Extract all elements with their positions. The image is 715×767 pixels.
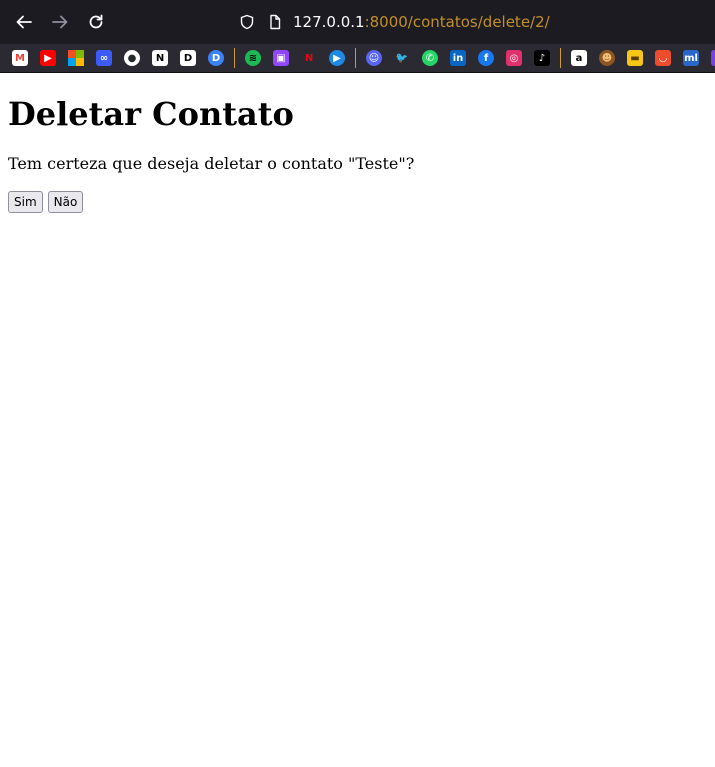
discord-icon[interactable]: ☺ bbox=[366, 50, 382, 66]
facebook-icon[interactable]: f bbox=[478, 50, 494, 66]
twitter-icon[interactable]: 🐦 bbox=[394, 50, 410, 66]
confirmation-message: Tem certeza que deseja deletar o contato… bbox=[8, 154, 415, 173]
gmail-icon[interactable]: M bbox=[12, 50, 28, 66]
bookmark-separator bbox=[355, 48, 356, 68]
microsoft-icon[interactable] bbox=[68, 50, 84, 66]
tiktok-icon[interactable]: ♪ bbox=[534, 50, 550, 66]
confirm-yes-button[interactable]: Sim bbox=[8, 191, 43, 213]
browser-chrome: 127.0.0.1:8000/contatos/delete/2/ M ▶ ∞ ● N D… bbox=[0, 0, 715, 73]
shopee-icon[interactable]: ◡ bbox=[655, 50, 671, 66]
page-title: Deletar Contato bbox=[8, 95, 294, 133]
page-content: Deletar Contato Tem certeza que deseja d… bbox=[0, 73, 715, 221]
yellow-box-icon[interactable]: ▬ bbox=[627, 50, 643, 66]
dev-d-icon[interactable]: D bbox=[180, 50, 196, 66]
twitch-icon[interactable]: ▣ bbox=[273, 50, 289, 66]
address-bar[interactable]: 127.0.0.1:8000/contatos/delete/2/ bbox=[231, 6, 715, 38]
action-buttons: Sim Não bbox=[8, 191, 707, 213]
spotify-icon[interactable]: ≋ bbox=[245, 50, 261, 66]
back-arrow-icon[interactable] bbox=[12, 10, 36, 34]
url-host: 127.0.0.1 bbox=[293, 13, 365, 31]
page-info-icon[interactable] bbox=[267, 14, 283, 34]
bookmark-separator bbox=[560, 48, 561, 68]
notion-icon[interactable]: N bbox=[152, 50, 168, 66]
bookmarks-toolbar: M ▶ ∞ ● N D D ≋ ▣ N ▶ ☺ 🐦 ✆ in f ◎ ♪ a ☻ ▬ ◡ ml bbox=[0, 44, 715, 73]
bookmark-separator bbox=[234, 48, 235, 68]
mercadolivre-icon[interactable]: ml bbox=[683, 50, 699, 66]
url-path: :8000/contatos/delete/2/ bbox=[364, 13, 550, 31]
d-circle-icon[interactable]: D bbox=[208, 50, 224, 66]
github-icon[interactable]: ● bbox=[124, 50, 140, 66]
forward-arrow-icon[interactable] bbox=[48, 10, 72, 34]
amazon-icon[interactable]: a bbox=[571, 50, 587, 66]
instagram-icon[interactable]: ◎ bbox=[506, 50, 522, 66]
tracking-shield-icon[interactable] bbox=[239, 14, 255, 34]
play-circle-icon[interactable]: ▶ bbox=[329, 50, 345, 66]
confirm-no-button[interactable]: Não bbox=[47, 191, 84, 213]
linkedin-icon[interactable]: in bbox=[450, 50, 466, 66]
monkey-icon[interactable]: ☻ bbox=[599, 50, 615, 66]
whatsapp-icon[interactable]: ✆ bbox=[422, 50, 438, 66]
netflix-icon[interactable]: N bbox=[301, 50, 317, 66]
purple-icon[interactable] bbox=[711, 50, 715, 66]
reload-icon[interactable] bbox=[84, 10, 108, 34]
url-text[interactable]: 127.0.0.1:8000/contatos/delete/2/ bbox=[293, 12, 550, 32]
youtube-icon[interactable]: ▶ bbox=[40, 50, 56, 66]
bluesky-icon[interactable]: ∞ bbox=[96, 50, 112, 66]
navigation-toolbar: 127.0.0.1:8000/contatos/delete/2/ bbox=[0, 0, 715, 44]
